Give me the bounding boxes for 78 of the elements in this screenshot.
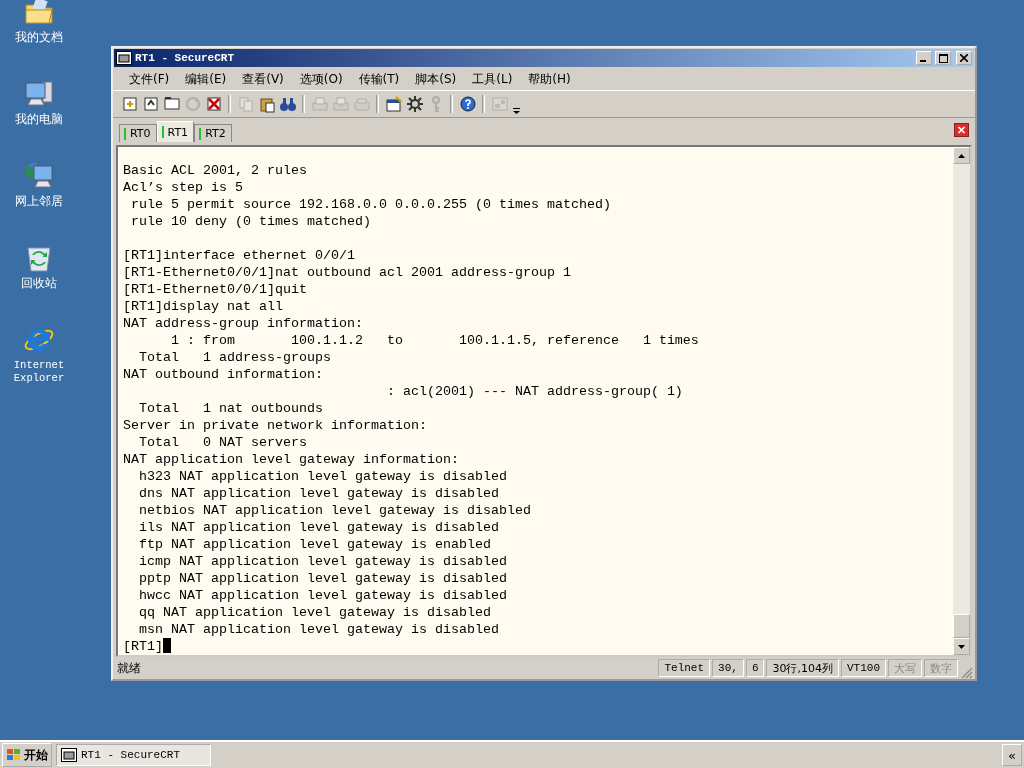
status-field: 大写 bbox=[888, 659, 922, 677]
terminal-line: qq NAT application level gateway is disabled bbox=[138, 604, 492, 621]
taskbar-button[interactable]: RT1 - SecureCRT bbox=[56, 744, 211, 766]
terminal-line: ftp NAT application level gateway is enabled bbox=[138, 536, 492, 553]
status-message: 就绪 bbox=[117, 659, 142, 677]
close-button[interactable] bbox=[956, 51, 972, 65]
menu-item[interactable]: 选项(O) bbox=[291, 70, 351, 88]
terminal-line: Acl’s step is 5 bbox=[123, 179, 244, 196]
terminal-line: icmp NAT application level gateway is disabled bbox=[138, 553, 508, 570]
maximize-icon bbox=[938, 53, 948, 63]
paste-icon[interactable] bbox=[257, 95, 276, 113]
status-field: 数字 bbox=[924, 659, 958, 677]
desktop-icon-label[interactable]: 回收站 bbox=[21, 277, 57, 290]
desktop-icon-label[interactable]: Internet Explorer bbox=[9, 359, 69, 385]
app-icon bbox=[61, 748, 77, 762]
start-button[interactable]: 开始 bbox=[2, 743, 52, 767]
status-field: Telnet bbox=[658, 659, 711, 677]
resize-grip-icon[interactable] bbox=[960, 666, 973, 679]
terminal-line: h323 NAT application level gateway is disabled bbox=[138, 468, 508, 485]
terminal-line: rule 5 permit source 192.168.0.0 0.0.0.255 (0 times matched) bbox=[130, 196, 612, 213]
gear-icon[interactable] bbox=[405, 95, 424, 113]
terminal-line: msn NAT application level gateway is disabled bbox=[138, 621, 500, 638]
terminal-line: netbios NAT application level gateway is disabled bbox=[138, 502, 532, 519]
windows-flag-icon bbox=[6, 748, 22, 762]
terminal-line: Total 1 address-groups bbox=[138, 349, 332, 366]
expand-button[interactable]: « bbox=[1002, 744, 1022, 766]
terminal-line: [RT1-Ethernet0/0/1]quit bbox=[123, 281, 308, 298]
close-x-icon[interactable] bbox=[204, 95, 223, 113]
desktop-icon-label[interactable]: 我的文档 bbox=[15, 31, 63, 44]
terminal-line: [RT1]interface ethernet 0/0/1 bbox=[123, 247, 356, 264]
window-icon[interactable] bbox=[162, 95, 181, 113]
window-pen-icon[interactable] bbox=[384, 95, 403, 113]
status-field: VT100 bbox=[841, 659, 886, 677]
desktop-icon-label[interactable]: 我的电脑 bbox=[15, 113, 63, 126]
menu-item[interactable]: 传输(T) bbox=[350, 70, 408, 88]
menu-item[interactable]: 工具(L) bbox=[464, 70, 521, 88]
scrollbar[interactable] bbox=[953, 147, 970, 655]
menu-item[interactable]: 编辑(E) bbox=[177, 70, 235, 88]
terminal-line: hwcc NAT application level gateway is disabled bbox=[138, 587, 508, 604]
binoculars-icon[interactable] bbox=[278, 95, 297, 113]
close-icon bbox=[960, 54, 968, 62]
terminal-line: NAT address-group information: bbox=[123, 315, 364, 332]
terminal-line: 1 : from 100.1.1.2 to 100.1.1.5, reference 1 times bbox=[170, 332, 700, 349]
app-icon bbox=[116, 51, 132, 65]
terminal-line: dns NAT application level gateway is disabled bbox=[138, 485, 500, 502]
status-field: 30行,104列 bbox=[766, 659, 839, 677]
terminal-line: pptp NAT application level gateway is disabled bbox=[138, 570, 508, 587]
status-field: 30, bbox=[712, 659, 744, 677]
terminal-line: [RT1]display nat all bbox=[123, 298, 284, 315]
terminal-line: Basic ACL 2001, 2 rules bbox=[123, 162, 308, 179]
menu-item[interactable]: 查看(V) bbox=[234, 70, 292, 88]
help-icon[interactable] bbox=[458, 95, 477, 113]
terminal-line: Total 0 NAT servers bbox=[138, 434, 308, 451]
terminal-line: rule 10 deny (0 times matched) bbox=[130, 213, 372, 230]
minimize-button[interactable] bbox=[916, 51, 932, 65]
session-tab[interactable]: RT1 bbox=[156, 121, 195, 142]
session-tab[interactable]: RT2 bbox=[194, 124, 232, 142]
scroll-thumb[interactable] bbox=[953, 614, 970, 638]
menu-item[interactable]: 文件(F) bbox=[121, 70, 178, 88]
terminal-line: : acl(2001) --- NAT address-group( 1) bbox=[385, 383, 684, 400]
terminal-line: Total 1 nat outbounds bbox=[138, 400, 324, 417]
status-field: 6 bbox=[745, 659, 765, 677]
terminal-line: NAT application level gateway information: bbox=[123, 451, 460, 468]
terminal-line: [RT1-Ethernet0/0/1]nat outbound acl 2001 address-group 1 bbox=[123, 264, 572, 281]
scroll-up-icon[interactable] bbox=[953, 147, 970, 164]
session-tab[interactable]: RT0 bbox=[119, 124, 157, 142]
window-title: RT1 - SecureCRT bbox=[135, 52, 236, 64]
terminal-line: Server in private network information: bbox=[123, 417, 428, 434]
terminal-line: ils NAT application level gateway is disabled bbox=[138, 519, 500, 536]
menu-item[interactable]: 帮助(H) bbox=[520, 70, 579, 88]
terminal-line: NAT outbound information: bbox=[123, 366, 324, 383]
menu-item[interactable]: 脚本(S) bbox=[407, 70, 465, 88]
maximize-button[interactable] bbox=[935, 51, 951, 65]
close-tab-icon[interactable] bbox=[954, 123, 969, 137]
new-session-icon[interactable] bbox=[120, 95, 139, 113]
terminal-prompt: [RT1] bbox=[123, 638, 953, 655]
desktop-icon-label[interactable]: 网上邻居 bbox=[15, 195, 63, 208]
scroll-down-icon[interactable] bbox=[953, 638, 970, 655]
